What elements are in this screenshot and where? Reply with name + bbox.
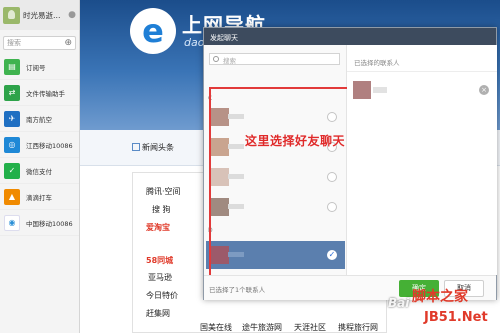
selected-contact-avatar [353,81,371,99]
selected-contact-name-redacted [373,87,387,93]
sidebar-item[interactable]: ✈ 南方航空 [0,106,79,132]
airline-icon: ✈ [4,110,20,127]
user-avatar[interactable] [3,6,20,24]
watermark-domain: JB51.Net [424,310,488,325]
sidebar-item-label: 南方航空 [26,115,52,124]
sidebar-item[interactable]: ▲ 滴滴打车 [0,184,79,210]
annotation-text: 这里选择好友聊天 [245,134,346,148]
sidebar-search-input[interactable]: 搜索 ⊕ [3,36,76,50]
sidebar-item-label: 微信支付 [26,167,52,176]
divider [347,71,497,72]
mobile-carrier-icon: ◎ [4,136,20,153]
search-icon [213,56,219,62]
sidebar-item[interactable]: ✓ 微信支付 [0,158,79,184]
dialog-title: 发起聊天 [204,28,496,45]
site-link[interactable]: 赶集网 [146,308,170,319]
news-tab-label: 新闻头条 [142,143,174,152]
site-link[interactable]: 搜 狗 [152,204,171,215]
site-link[interactable]: 爱淘宝 [146,222,170,233]
watermark: 脚本之家 Bai JB51.Net [388,270,500,333]
selected-count-text: 已选择了1个联系人 [209,286,266,294]
add-icon[interactable]: ⊕ [64,38,72,48]
sidebar-item[interactable]: ⇄ 文件传输助手 [0,80,79,106]
sidebar-item-label: 滴滴打车 [26,193,52,202]
sidebar-item[interactable]: ▤ 订阅号 [0,54,79,80]
site-link[interactable]: 今日特价 [146,290,178,301]
user-name: 时光易逝… [23,10,61,20]
wechat-pay-icon: ✓ [4,162,20,179]
sidebar-item-label: 订阅号 [26,63,46,72]
watermark-baidu: Bai [388,296,410,310]
wechat-sidebar: 时光易逝… ● 搜索 ⊕ ▤ 订阅号 ⇄ 文件传输助手 ✈ 南方航空 ◎ 江西移动10086 ✓… [0,0,80,333]
subscription-icon: ▤ [4,58,20,75]
annotation-box [209,87,350,283]
china-mobile-icon: ◉ [4,214,20,231]
site-link[interactable]: 携程旅行网 [338,322,378,333]
selected-contact-row: × [351,77,493,103]
news-tab[interactable]: 新闻头条 [132,142,174,153]
site-link[interactable]: 国美在线 [200,322,232,333]
site-link[interactable]: 天涯社区 [294,322,326,333]
sidebar-header: 时光易逝… ● [0,0,79,30]
site-link[interactable]: 腾讯·空间 [146,186,181,197]
selected-contacts-label: 已选择的联系人 [354,59,400,67]
contact-picker: 搜索 C D ✓ 这里选择好友聊天 [204,45,350,283]
contact-list: ▤ 订阅号 ⇄ 文件传输助手 ✈ 南方航空 ◎ 江西移动10086 ✓ 微信支付 ▲ 滴滴打车 ◉ 中国移… [0,54,79,236]
sidebar-item-label: 文件传输助手 [26,89,65,98]
file-transfer-icon: ⇄ [4,84,20,101]
contact-search-placeholder: 搜索 [223,57,236,65]
site-link[interactable]: 途牛旅游网 [242,322,282,333]
site-link[interactable]: 58同城 [146,255,173,266]
remove-icon[interactable]: × [479,85,489,95]
contact-search-input[interactable]: 搜索 [209,53,340,65]
sidebar-item[interactable]: ◉ 中国移动10086 [0,210,79,236]
ie-logo-icon: e [130,8,176,54]
selected-panel: 已选择的联系人 × [347,45,497,275]
sidebar-item[interactable]: ◎ 江西移动10086 [0,132,79,158]
sidebar-search-placeholder: 搜索 [7,39,21,47]
site-link[interactable]: 亚马逊 [148,272,172,283]
sidebar-item-label: 中国移动10086 [26,219,73,228]
news-icon [132,143,140,151]
chat-bubble-icon[interactable]: ● [68,10,76,20]
didi-icon: ▲ [4,188,20,205]
sidebar-item-label: 江西移动10086 [26,141,73,150]
start-chat-dialog: 发起聊天 搜索 C D ✓ 这里选择好友聊天 已选择的联系人 × 已选择了1个联… [203,27,497,300]
watermark-site: 脚本之家 [412,289,468,305]
